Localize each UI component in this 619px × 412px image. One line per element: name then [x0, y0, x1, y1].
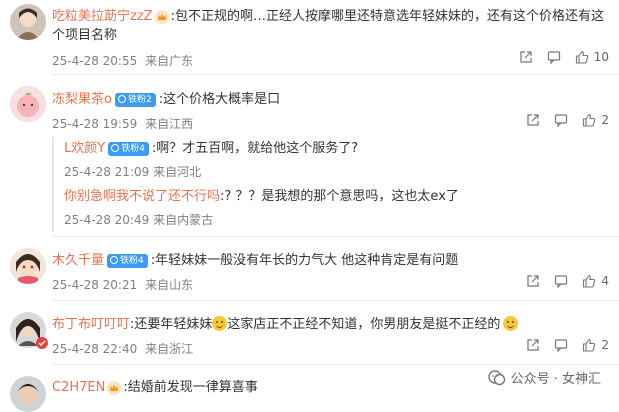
reply-username[interactable]: 你别急啊我不说了还不行吗 [64, 189, 220, 204]
comment-meta: 25-4-28 20:55 来自广东 [52, 52, 193, 69]
comment-actions: 10 [519, 50, 609, 64]
reply-item: L欢颜Y 铁粉4:啊？才五百啊，就给他这个服务了? [64, 139, 358, 159]
like-count: 2 [601, 338, 609, 352]
reply-meta: 25-4-28 21:09 来自河北 [64, 163, 201, 180]
share-icon [520, 51, 532, 63]
reply-item: 你别急啊我不说了还不行吗:? ？？是我想的那个意思吗，这也太ex了 [64, 187, 459, 207]
thumbs-up-icon [583, 274, 596, 288]
avatar[interactable] [10, 248, 46, 284]
comment-text-cont: 这家店正不正经不知道，你男朋友是挺不正经的 [227, 317, 501, 332]
comment-actions: 4 [526, 274, 609, 288]
crown-icon [154, 9, 169, 24]
comment-text: :结婚前发现一律算喜事 [123, 380, 258, 395]
comment-date: 25-4-28 19:59 [52, 117, 138, 131]
comment-actions: 2 [526, 338, 609, 352]
verified-icon [36, 337, 48, 349]
reply-location: 来自内蒙古 [153, 213, 214, 227]
like-count: 4 [601, 274, 609, 288]
avatar[interactable] [10, 4, 46, 40]
username[interactable]: 吃粒美拉莇宁zzZ [52, 9, 153, 24]
username[interactable]: 冻梨果茶o [52, 92, 112, 107]
share-icon [527, 275, 539, 287]
fan-badge: 铁粉2 [114, 92, 156, 107]
comment-meta: 25-4-28 20:21 来自山东 [52, 276, 193, 293]
like-count: 10 [593, 50, 609, 64]
comment-location: 来自浙江 [145, 342, 194, 356]
share-icon [527, 339, 539, 351]
comment-text: :包不正规的啊…正经人按摩哪里还特意选年轻妹妹的，还有这个价格还有这 [170, 9, 604, 24]
share-button[interactable] [526, 338, 540, 352]
wechat-official-account-icon [487, 369, 505, 385]
comment-icon [555, 114, 568, 127]
comment-icon [547, 51, 560, 64]
share-button[interactable] [526, 113, 540, 127]
comment-meta: 25-4-28 22:40 来自浙江 [52, 340, 193, 357]
comment-location: 来自山东 [145, 278, 194, 292]
share-button[interactable] [526, 274, 540, 288]
avatar[interactable] [10, 376, 46, 412]
comment-date: 25-4-28 22:40 [52, 342, 138, 356]
thumbs-up-icon [583, 113, 596, 127]
reply-button[interactable] [547, 50, 561, 64]
comment-item: 木久千量 铁粉4:年轻妹妹一般没有年长的力气大 他这种肯定是有问题 25-4-28… [0, 237, 619, 301]
reply-button[interactable] [554, 113, 568, 127]
fan-badge: 铁粉4 [107, 253, 148, 268]
comment-meta: 25-4-28 19:59 来自江西 [52, 115, 193, 132]
comment-date: 25-4-28 20:55 [52, 54, 138, 68]
comment-icon [555, 339, 568, 352]
share-icon [527, 114, 539, 126]
share-button[interactable] [519, 50, 533, 64]
crown-icon [107, 380, 122, 395]
comment-icon [555, 275, 568, 288]
comment-item: 吃粒美拉莇宁zzZ :包不正规的啊…正经人按摩哪里还特意选年轻妹妹的，还有这个价格… [0, 0, 619, 75]
thumbs-up-icon [583, 338, 596, 352]
like-button[interactable]: 4 [582, 274, 609, 288]
reply-list: L欢颜Y 铁粉4:啊？才五百啊，就给他这个服务了? 25-4-28 21:09 来… [52, 137, 609, 232]
fan-badge: 铁粉4 [108, 141, 149, 156]
reply-button[interactable] [554, 274, 568, 288]
like-button[interactable]: 10 [575, 50, 609, 64]
comment-item: 布丁布叮叮叮:还要年轻妹妹 这家店正不正经不知道，你男朋友是挺不正经的 25-4-… [0, 301, 619, 365]
comment-text: :年轻妹妹一般没有年长的力气大 他这种肯定是有问题 [150, 253, 459, 268]
reply-date: 25-4-28 20:49 [64, 213, 150, 227]
comment-date: 25-4-28 20:21 [52, 278, 138, 292]
like-button[interactable]: 2 [582, 113, 609, 127]
watermark-text: 公众号 · 女神汇 [510, 372, 601, 387]
comment-location: 来自广东 [145, 54, 194, 68]
reply-username[interactable]: L欢颜Y [64, 141, 105, 156]
reply-location: 来自河北 [153, 165, 202, 179]
reply-meta: 25-4-28 20:49 来自内蒙古 [64, 211, 213, 228]
smile-emoji-icon [503, 316, 519, 331]
comment-item: 冻梨果茶o 铁粉2:这个价格大概率是口 25-4-28 19:59 来自江西 2 … [0, 75, 619, 237]
reply-text: :啊？才五百啊，就给他这个服务了? [151, 141, 359, 156]
like-count: 2 [601, 113, 609, 127]
reply-date: 25-4-28 21:09 [64, 165, 150, 179]
comment-text-cont: 个项目名称 [52, 28, 118, 43]
username[interactable]: 布丁布叮叮叮 [52, 317, 130, 332]
username[interactable]: 木久千量 [52, 253, 104, 268]
thumbs-up-icon [575, 50, 588, 64]
reply-button[interactable] [554, 338, 568, 352]
comment-actions: 2 [526, 113, 609, 127]
comment-location: 来自江西 [145, 117, 194, 131]
laughing-emoji-icon [212, 316, 228, 331]
reply-text: :? ？？是我想的那个意思吗，这也太ex了 [220, 189, 459, 204]
watermark: 公众号 · 女神汇 [487, 368, 601, 387]
username[interactable]: C2H7EN [52, 380, 105, 395]
avatar[interactable] [10, 86, 46, 122]
comment-text: :这个价格大概率是口 [158, 92, 281, 107]
comment-text: :还要年轻妹妹 [130, 317, 213, 332]
like-button[interactable]: 2 [582, 338, 609, 352]
